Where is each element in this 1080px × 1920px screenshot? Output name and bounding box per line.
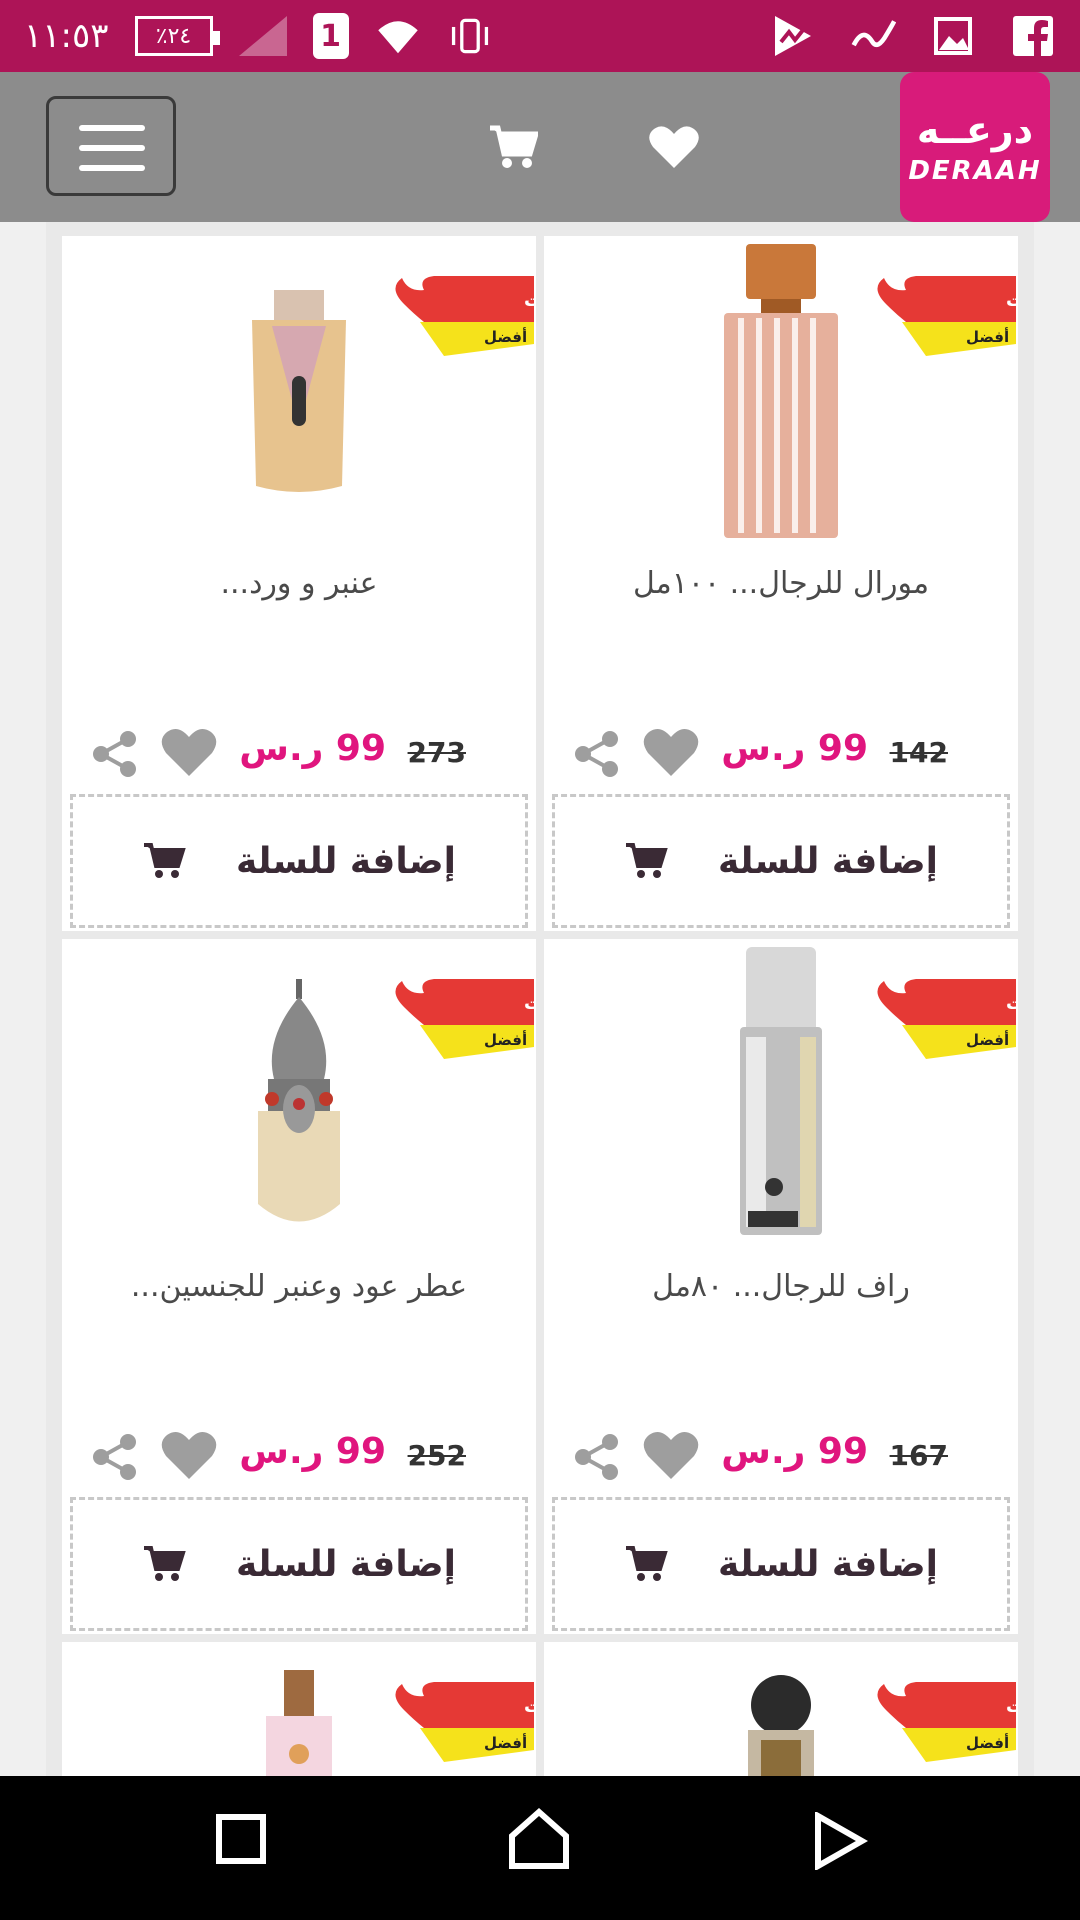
product-image[interactable] [716,244,846,548]
product-image[interactable] [736,1670,826,1776]
recents-icon[interactable] [214,1812,268,1870]
logo[interactable]: درعــه DERAAH [900,72,1050,222]
heart-icon[interactable] [642,726,700,782]
menu-icon-line [79,165,145,171]
product-title[interactable]: راف للرجال... ٨٠مل [554,1269,1008,1304]
cart-icon [626,1546,668,1581]
old-price: 252 [407,1439,466,1472]
share-icon[interactable] [92,730,138,782]
badge-bottom-text: أفضل [966,1733,1009,1752]
price-row: 142 99 ر.س [544,726,1018,786]
logo-arabic-text: درعــه [916,108,1034,152]
product-image[interactable] [726,947,836,1241]
signal-icon [238,16,287,56]
add-to-cart-button[interactable]: إضافة للسلة [552,794,1010,928]
best-deals-badge: الصفقات أفضل [866,977,1034,1059]
heart-icon[interactable] [642,1429,700,1485]
heart-icon[interactable] [648,124,700,174]
sale-price: 99 ر.س [239,1431,386,1472]
product-card[interactable]: الصفقات أفضل عطر عود وعنبر للجنسين... 252 99… [62,939,605,1634]
add-to-cart-label: إضافة للسلة [718,1543,938,1585]
best-deals-badge: الصفقات أفضل [384,977,605,1059]
product-card[interactable]: الصفقات أفضل عنبر و ورد... 273 99 ر.س إضافة ل… [62,236,605,931]
badge-top-text: الصفقات [1006,993,1016,1014]
product-card[interactable]: الصفقات أفضل مورال للرجال... ١٠٠مل 142 99 ر.… [544,236,1034,931]
product-grid: الصفقات أفضل مورال للرجال... ١٠٠مل 142 99 ر.… [62,236,1034,1776]
product-title[interactable]: عطر عود وعنبر للجنسين... [72,1269,526,1304]
app-icon [850,13,896,59]
add-to-cart-label: إضافة للسلة [236,840,456,882]
back-icon[interactable] [812,1810,869,1874]
badge-top-text: الصفقات [524,1696,534,1717]
cart-icon [144,1546,186,1581]
share-icon[interactable] [574,730,620,782]
facebook-icon [1010,13,1056,59]
badge-bottom-text: أفضل [484,1030,527,1049]
best-deals-badge: الصفقات أفضل [866,274,1034,356]
best-deals-badge: الصفقات أفضل [384,274,605,356]
add-to-cart-button[interactable]: إضافة للسلة [70,794,528,928]
gallery-icon [930,13,976,59]
product-title[interactable]: مورال للرجال... ١٠٠مل [554,566,1008,601]
product-card[interactable]: الصفقات أفضل راف للرجال... ٨٠مل 167 99 ر.س إض… [544,939,1034,1634]
menu-icon [79,125,145,131]
sim-icon: 1 [312,13,349,59]
badge-top-text: الصفقات [1006,290,1016,311]
share-icon[interactable] [574,1433,620,1485]
product-image[interactable] [254,1670,344,1776]
badge-bottom-text: أفضل [484,1733,527,1752]
badge-bottom-text: أفضل [966,327,1009,346]
old-price: 142 [889,736,948,769]
sale-price: 99 ر.س [721,728,868,769]
badge-bottom-text: أفضل [484,327,527,346]
product-list[interactable]: الصفقات أفضل مورال للرجال... ١٠٠مل 142 99 ر.… [46,222,1034,1776]
badge-bottom-text: أفضل [966,1030,1009,1049]
badge-top-text: الصفقات [524,993,534,1014]
logo-english-text: DERAAH [908,156,1042,186]
battery-level: ٪٢٤ [155,23,192,49]
clock: ١١:٥٣ [24,16,109,56]
cart-icon[interactable] [488,124,540,174]
home-icon[interactable] [506,1806,572,1876]
old-price: 273 [407,736,466,769]
badge-top-text: الصفقات [524,290,534,311]
add-to-cart-label: إضافة للسلة [718,840,938,882]
price-row: 252 99 ر.س [62,1429,536,1489]
sale-price: 99 ر.س [239,728,386,769]
add-to-cart-button[interactable]: إضافة للسلة [70,1497,528,1631]
badge-top-text: الصفقات [1006,1696,1016,1717]
price-row: 167 99 ر.س [544,1429,1018,1489]
old-price: 167 [889,1439,948,1472]
add-to-cart-button[interactable]: إضافة للسلة [552,1497,1010,1631]
product-image[interactable] [244,276,354,500]
product-card[interactable]: الصفقات أفضل [544,1642,1034,1776]
menu-button[interactable] [46,96,176,196]
navigation-bar [0,1776,1080,1920]
product-card[interactable]: الصفقات أفضل [62,1642,605,1776]
app-bar: درعــه DERAAH [0,72,1080,222]
battery-icon: ٪٢٤ [134,16,220,56]
best-deals-badge: الصفقات أفضل [384,1680,605,1762]
product-image[interactable] [244,979,354,1243]
sale-price: 99 ر.س [721,1431,868,1472]
best-deals-badge: الصفقات أفضل [866,1680,1034,1762]
price-row: 273 99 ر.س [62,726,536,786]
heart-icon[interactable] [160,726,218,782]
wifi-icon [375,13,421,59]
status-bar: ١١:٥٣ ٪٢٤ 1 [0,0,1080,72]
vibrate-icon [447,13,493,59]
menu-icon-line [79,145,145,151]
cart-icon [626,843,668,878]
product-title[interactable]: عنبر و ورد... [72,566,526,601]
add-to-cart-label: إضافة للسلة [236,1543,456,1585]
cart-icon [144,843,186,878]
play-store-icon [770,13,816,59]
share-icon[interactable] [92,1433,138,1485]
heart-icon[interactable] [160,1429,218,1485]
